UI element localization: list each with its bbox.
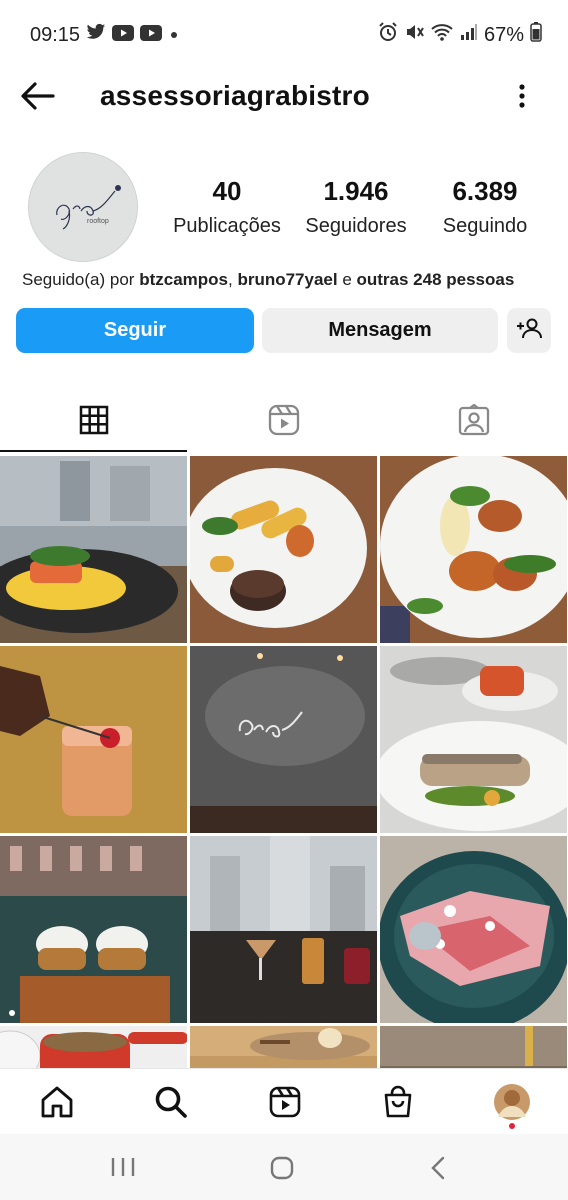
message-button[interactable]: Mensagem <box>262 308 498 353</box>
twitter-icon <box>86 23 106 47</box>
youtube-icon <box>140 24 163 47</box>
stat-following[interactable]: 6.389 Seguindo <box>430 176 540 238</box>
posts-grid <box>0 456 568 1068</box>
follow-button[interactable]: Seguir <box>16 308 254 353</box>
tab-grid[interactable] <box>0 392 187 452</box>
stat-posts[interactable]: 40 Publicações <box>166 176 288 238</box>
logo-subtext: rooftop <box>87 218 109 225</box>
reels-icon <box>268 404 300 441</box>
followed-by-user: bruno77yael <box>237 270 338 289</box>
profile-header: assessoriagrabistro <box>0 70 568 122</box>
reels-icon[interactable] <box>268 1085 302 1119</box>
follow-button-label: Seguir <box>103 319 167 341</box>
stat-followers[interactable]: 1.946 Seguidores <box>298 176 414 238</box>
stat-following-label: Seguindo <box>442 215 528 237</box>
post-thumbnail[interactable] <box>190 646 377 833</box>
post-thumbnail[interactable] <box>380 836 567 1023</box>
stat-posts-value: 40 <box>212 176 242 206</box>
post-thumbnail[interactable] <box>380 456 567 643</box>
stat-posts-label: Publicações <box>173 215 281 237</box>
shop-icon[interactable] <box>381 1085 415 1119</box>
signal-icon <box>460 23 478 47</box>
post-thumbnail[interactable] <box>380 1026 567 1068</box>
back-arrow-icon[interactable] <box>20 80 56 112</box>
followed-by-others: outras 248 pessoas <box>356 270 515 289</box>
status-time: 09:15 <box>30 23 81 46</box>
stat-followers-value: 1.946 <box>323 176 389 206</box>
post-thumbnail[interactable] <box>190 456 377 643</box>
tab-reels[interactable] <box>190 392 377 452</box>
grid-icon <box>79 405 109 440</box>
profile-avatar[interactable]: rooftop <box>28 152 138 262</box>
followed-by-and: e <box>337 270 357 289</box>
post-thumbnail[interactable] <box>190 1026 377 1068</box>
post-thumbnail[interactable] <box>0 836 187 1023</box>
post-thumbnail[interactable] <box>0 456 187 643</box>
tagged-icon <box>458 403 490 441</box>
recent-apps-icon[interactable] <box>110 1156 136 1183</box>
post-thumbnail[interactable] <box>190 836 377 1023</box>
stat-followers-label: Seguidores <box>305 215 407 237</box>
status-bar: 09:15 67% <box>0 0 568 70</box>
mute-icon <box>404 22 424 48</box>
battery-percent: 67% <box>483 23 524 46</box>
followed-by-prefix: Seguido(a) por <box>22 270 140 289</box>
message-button-label: Mensagem <box>328 319 432 341</box>
followed-by-text[interactable]: Seguido(a) por btzcampos, bruno77yael e … <box>22 270 514 290</box>
suggest-people-button[interactable] <box>507 308 551 353</box>
dot-icon <box>168 24 180 47</box>
stat-following-value: 6.389 <box>452 176 518 206</box>
post-thumbnail[interactable] <box>380 646 567 833</box>
profile-avatar[interactable] <box>493 1083 531 1129</box>
active-tab-indicator <box>0 450 187 452</box>
post-thumbnail[interactable] <box>0 646 187 833</box>
followed-by-user: btzcampos <box>139 270 228 289</box>
system-navigation-bar <box>0 1134 568 1200</box>
tab-tagged[interactable] <box>380 392 568 452</box>
wifi-icon <box>430 22 454 48</box>
alarm-icon <box>378 22 398 48</box>
home-button-icon[interactable] <box>270 1156 294 1185</box>
more-options-icon[interactable] <box>510 82 534 110</box>
profile-username: assessoriagrabistro <box>100 80 370 111</box>
add-person-icon <box>516 317 542 345</box>
battery-icon <box>530 22 542 48</box>
post-thumbnail[interactable] <box>0 1026 187 1068</box>
bottom-navigation <box>0 1068 568 1134</box>
profile-tabs <box>0 392 568 452</box>
home-icon[interactable] <box>40 1085 74 1119</box>
back-button-icon[interactable] <box>430 1156 446 1185</box>
youtube-icon <box>112 24 135 47</box>
search-icon[interactable] <box>154 1085 188 1119</box>
